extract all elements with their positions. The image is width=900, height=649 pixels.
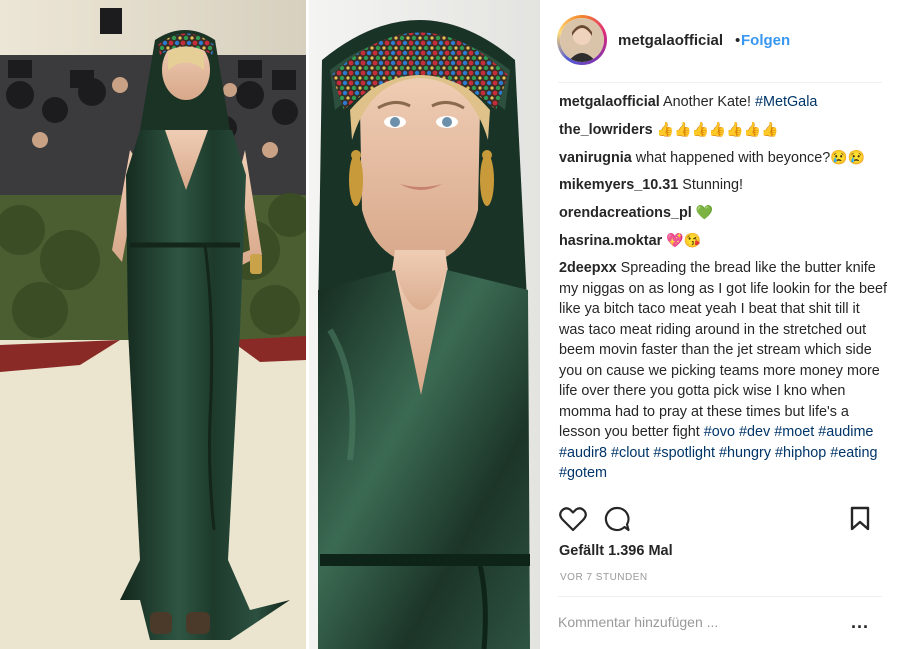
add-comment-divider xyxy=(558,596,882,597)
post-author-username[interactable]: metgalaofficial xyxy=(618,32,723,49)
comment-item: orendacreations_pl 💚 xyxy=(559,202,889,224)
comment-username[interactable]: vanirugnia xyxy=(559,150,632,166)
hashtag-link[interactable]: #hungry xyxy=(719,445,771,461)
comment-text: Stunning! xyxy=(682,177,744,193)
action-bar xyxy=(540,506,900,536)
comment-item: the_lowriders 👍👍👍👍👍👍👍 xyxy=(559,119,889,141)
hashtag-link[interactable]: #dev xyxy=(739,424,770,440)
comment-item: vanirugnia what happened with beyonce?😢😢 xyxy=(559,147,889,169)
instagram-post: metgalaofficial • Folgen metgalaofficial… xyxy=(0,0,900,649)
post-timestamp: VOR 7 STUNDEN xyxy=(560,572,648,583)
heart-icon[interactable] xyxy=(559,506,587,532)
comment-item: metgalaofficial Another Kate! #MetGala xyxy=(559,92,889,113)
comment-icon[interactable] xyxy=(604,506,630,532)
comment-emoji: 👍👍👍👍👍👍👍 xyxy=(656,121,779,137)
post-sidebar: metgalaofficial • Folgen metgalaofficial… xyxy=(540,0,900,649)
closeup-photo xyxy=(309,0,540,649)
hashtag-link[interactable]: #audir8 xyxy=(559,445,607,461)
comments-list[interactable]: metgalaofficial Another Kate! #MetGala th… xyxy=(559,92,889,494)
comment-emoji: 😢😢 xyxy=(830,149,866,165)
follow-button[interactable]: Folgen xyxy=(741,32,790,49)
more-options-icon[interactable]: ... xyxy=(851,612,869,633)
comment-emoji: 💚 xyxy=(695,204,714,220)
header-divider xyxy=(558,82,882,83)
comment-username[interactable]: 2deepxx xyxy=(559,260,617,276)
red-carpet-photo xyxy=(0,0,312,649)
hashtag-link[interactable]: #spotlight xyxy=(653,445,715,461)
hashtag-link[interactable]: #gotem xyxy=(559,465,607,481)
comment-text: what happened with beyonce? xyxy=(635,150,831,166)
bookmark-icon[interactable] xyxy=(849,506,871,532)
hashtag-link[interactable]: #eating xyxy=(830,445,877,461)
hashtag-link[interactable]: #MetGala xyxy=(755,94,817,110)
comment-item: mikemyers_10.31 Stunning! xyxy=(559,175,889,196)
avatar[interactable] xyxy=(557,15,607,65)
comment-text: Spreading the bread like the butter knif… xyxy=(559,260,887,440)
comment-username[interactable]: hasrina.moktar xyxy=(559,233,662,249)
comment-emoji: 💖😘 xyxy=(666,232,702,248)
comment-item: hasrina.moktar 💖😘 xyxy=(559,230,889,252)
hashtag-link[interactable]: #moet xyxy=(774,424,814,440)
post-photo[interactable] xyxy=(0,0,540,649)
add-comment-input[interactable] xyxy=(558,610,828,634)
comment-username[interactable]: mikemyers_10.31 xyxy=(559,177,678,193)
hashtag-link[interactable]: #clout xyxy=(611,445,649,461)
post-header: metgalaofficial • Folgen xyxy=(540,0,900,83)
hashtag-link[interactable]: #audime xyxy=(818,424,873,440)
separator-dot: • xyxy=(735,32,741,49)
avatar-image xyxy=(560,18,604,62)
likes-count[interactable]: Gefällt 1.396 Mal xyxy=(559,543,673,559)
comment-text: Another Kate! xyxy=(662,94,755,110)
comment-username[interactable]: the_lowriders xyxy=(559,122,653,138)
comment-username[interactable]: orendacreations_pl xyxy=(559,205,692,221)
hashtag-link[interactable]: #hiphop xyxy=(775,445,826,461)
hashtag-link[interactable]: #ovo xyxy=(704,424,735,440)
comment-username[interactable]: metgalaofficial xyxy=(559,94,660,110)
photo-collage xyxy=(0,0,540,649)
comment-item: 2deepxx Spreading the bread like the but… xyxy=(559,258,889,484)
